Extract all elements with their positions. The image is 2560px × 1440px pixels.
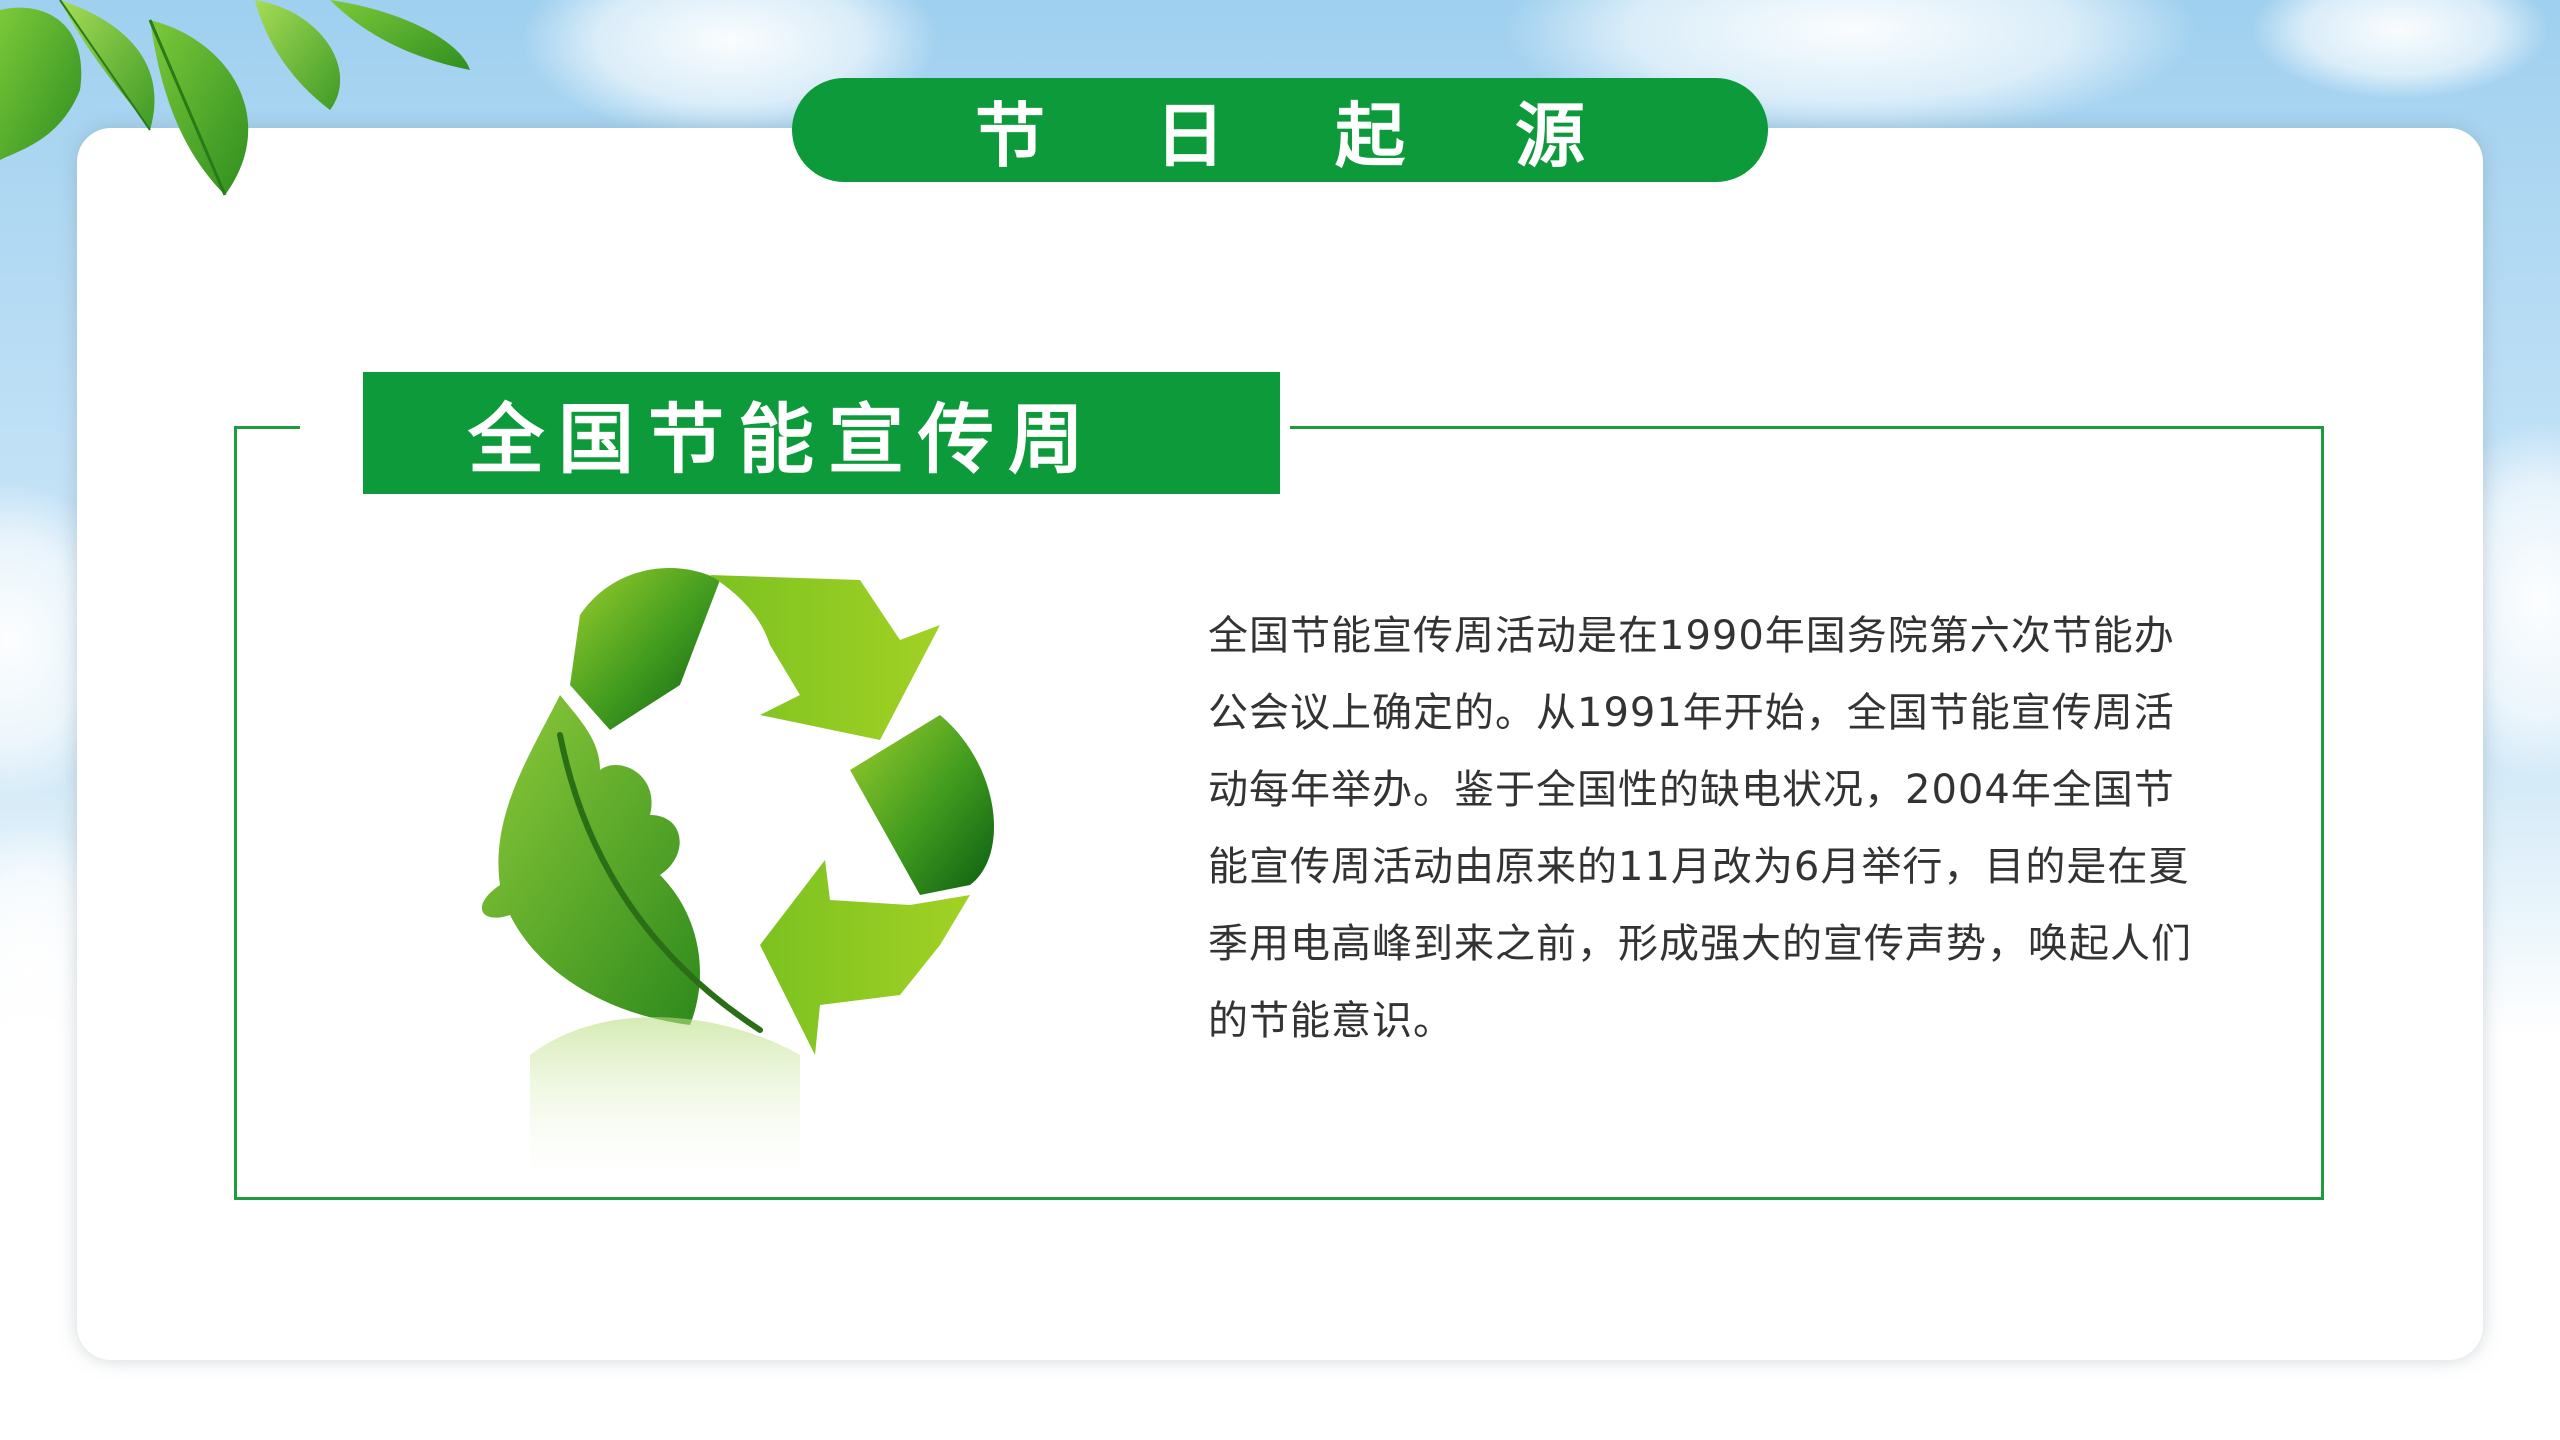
slide-title: 节日起源 <box>975 94 1695 177</box>
green-leaves-icon <box>0 0 470 196</box>
slide-title-banner: 节日起源 <box>792 78 1768 182</box>
recycle-leaf-icon <box>481 567 994 1195</box>
cloud-decoration <box>2250 0 2550 100</box>
section-body-text: 全国节能宣传周活动是在1990年国务院第六次节能办公会议上确定的。从1991年开… <box>1208 613 2192 1044</box>
slide-canvas: 节日起源 全国节能宣传周 全国节能宣传周活动是在1990年国务院第六次节能办公会… <box>0 0 2560 1440</box>
section-heading-banner: 全国节能宣传周 <box>363 372 1280 494</box>
section-heading: 全国节能宣传周 <box>468 395 1098 484</box>
